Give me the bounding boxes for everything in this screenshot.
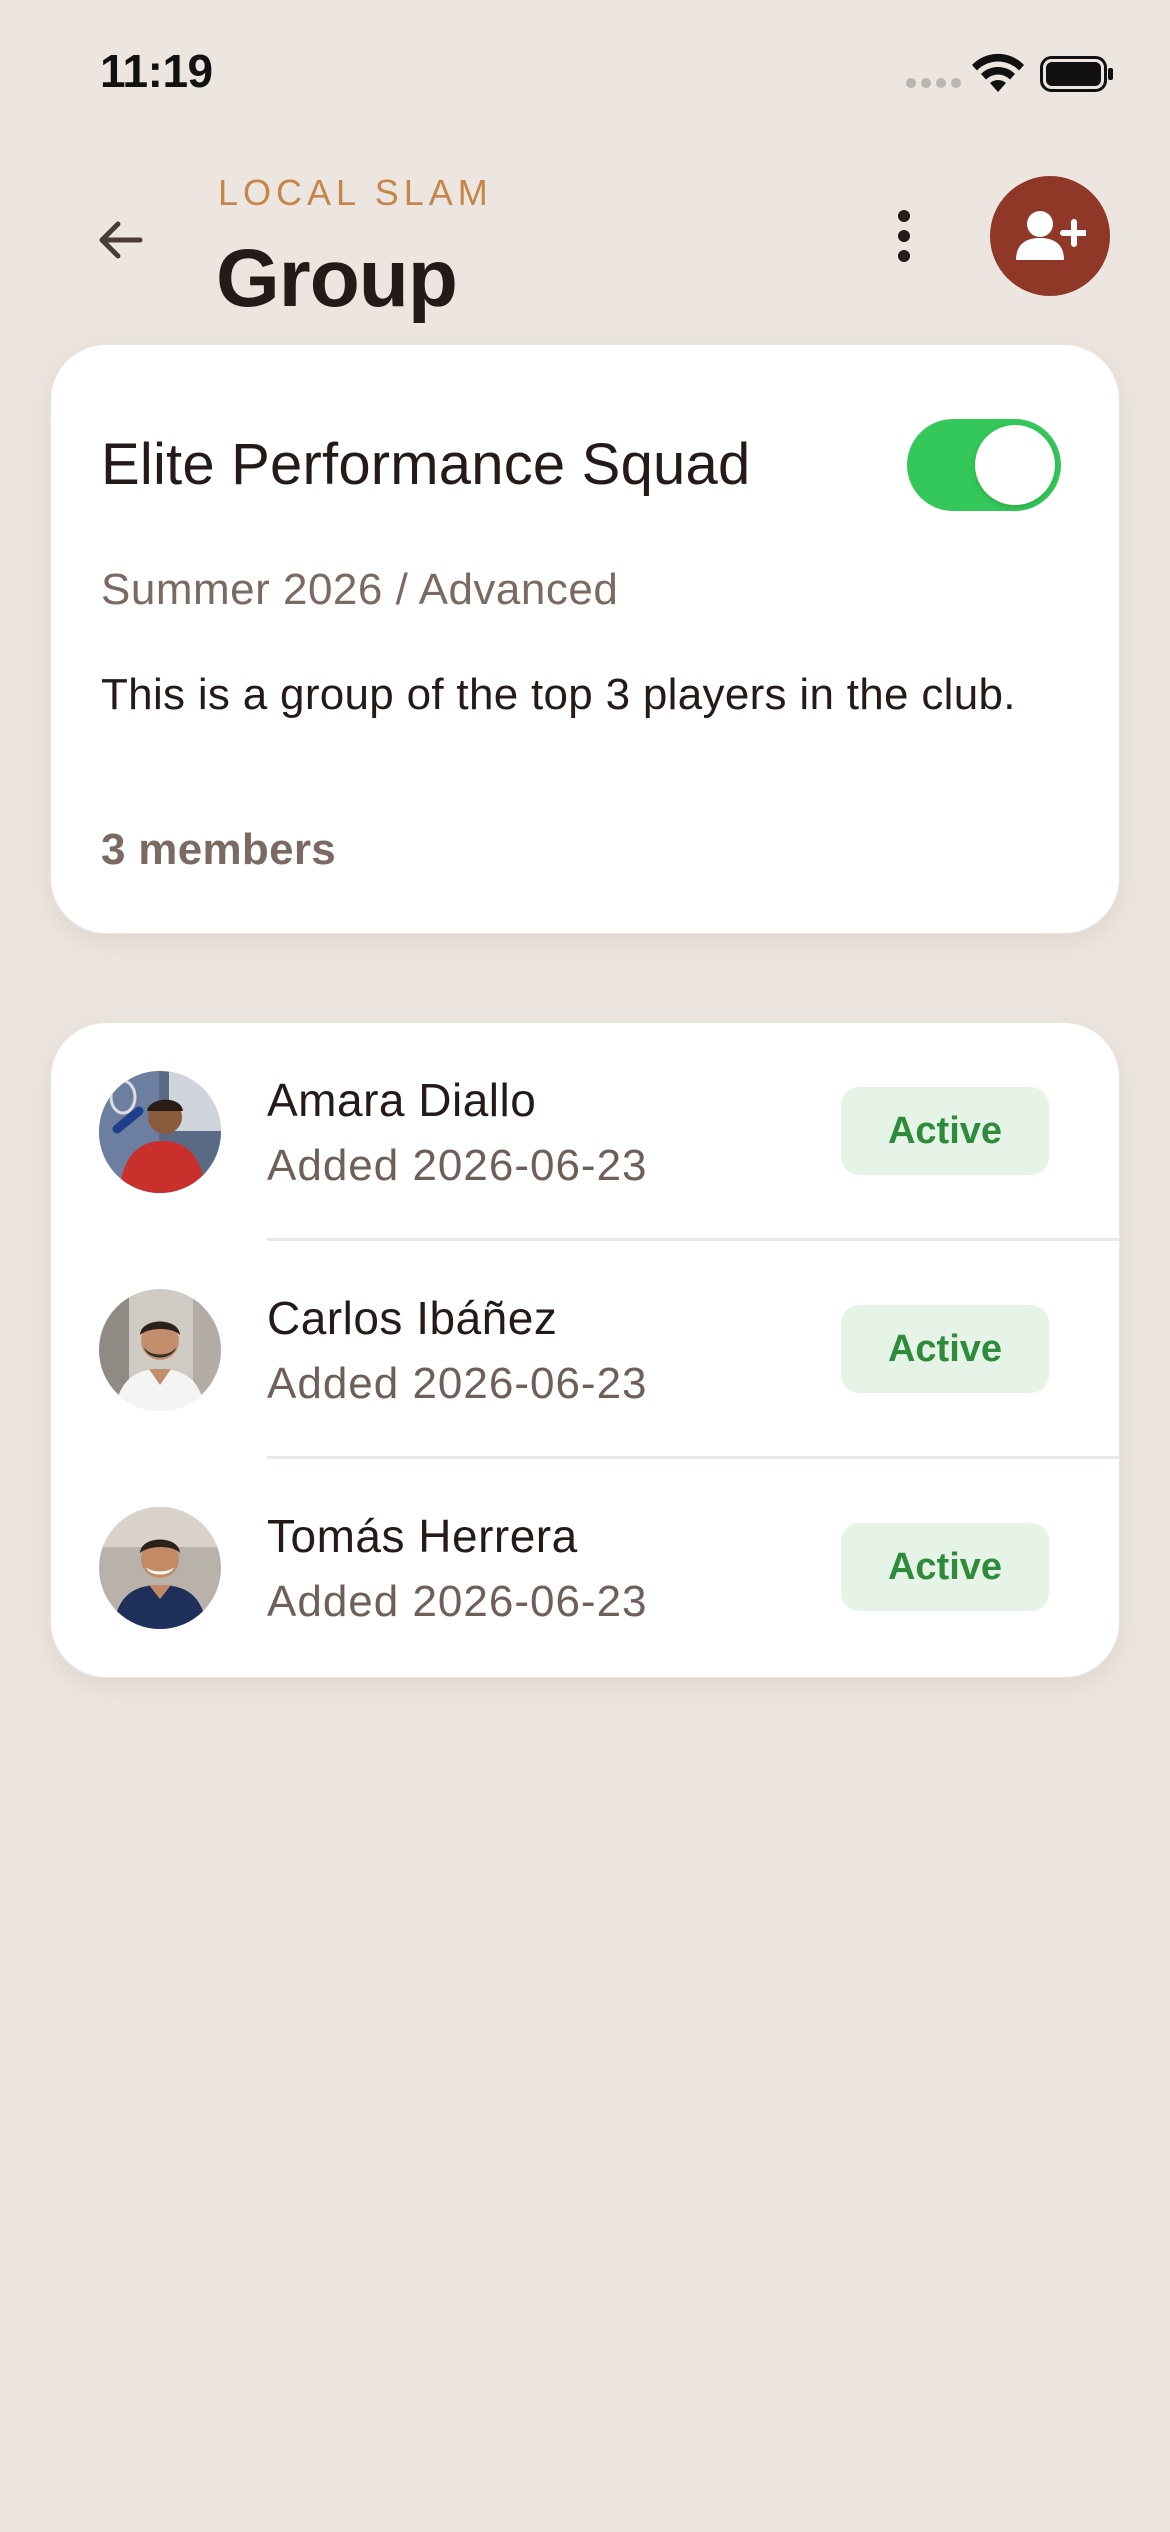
group-members-count: 3 members: [101, 825, 337, 874]
member-name: Amara Diallo: [267, 1074, 537, 1126]
toggle-knob: [975, 425, 1055, 505]
member-row[interactable]: Carlos Ibáñez Added 2026-06-23 Active: [51, 1241, 1119, 1459]
avatar: [99, 1289, 221, 1411]
member-name: Tomás Herrera: [267, 1510, 578, 1562]
cellular-signal-icon: [906, 78, 961, 88]
members-list: Amara Diallo Added 2026-06-23 Active Car…: [50, 1022, 1120, 1678]
page-title: Group: [216, 233, 458, 324]
member-name: Carlos Ibáñez: [267, 1292, 558, 1344]
member-row[interactable]: Tomás Herrera Added 2026-06-23 Active: [51, 1459, 1119, 1677]
member-added-date: Added 2026-06-23: [267, 1359, 648, 1408]
arrow-left-icon: [99, 221, 143, 259]
member-row[interactable]: Amara Diallo Added 2026-06-23 Active: [51, 1023, 1119, 1241]
add-member-button[interactable]: [990, 176, 1110, 296]
header-eyebrow: LOCAL SLAM: [218, 172, 493, 213]
avatar: [99, 1507, 221, 1629]
group-active-toggle[interactable]: [907, 419, 1061, 511]
member-added-date: Added 2026-06-23: [267, 1577, 648, 1626]
battery-icon: [1040, 56, 1113, 92]
avatar: [99, 1071, 221, 1193]
user-plus-icon: [1016, 211, 1086, 260]
status-bar: 11:19: [0, 0, 1170, 150]
status-badge: Active: [841, 1305, 1049, 1393]
group-screen: 11:19 LOCAL SLAM Group Elite Performance…: [0, 0, 1170, 2532]
wifi-icon: [972, 53, 1024, 92]
status-badge: Active: [841, 1523, 1049, 1611]
group-info-card: Elite Performance Squad Summer 2026 / Ad…: [50, 344, 1120, 934]
group-name: Elite Performance Squad: [101, 432, 751, 497]
status-badge: Active: [841, 1087, 1049, 1175]
back-button[interactable]: [80, 200, 160, 280]
more-options-button[interactable]: [874, 200, 934, 272]
group-subtitle: Summer 2026 / Advanced: [101, 565, 619, 614]
more-vertical-icon: [898, 210, 910, 262]
member-added-date: Added 2026-06-23: [267, 1141, 648, 1190]
group-description: This is a group of the top 3 players in …: [101, 670, 1016, 719]
status-time: 11:19: [100, 45, 213, 97]
